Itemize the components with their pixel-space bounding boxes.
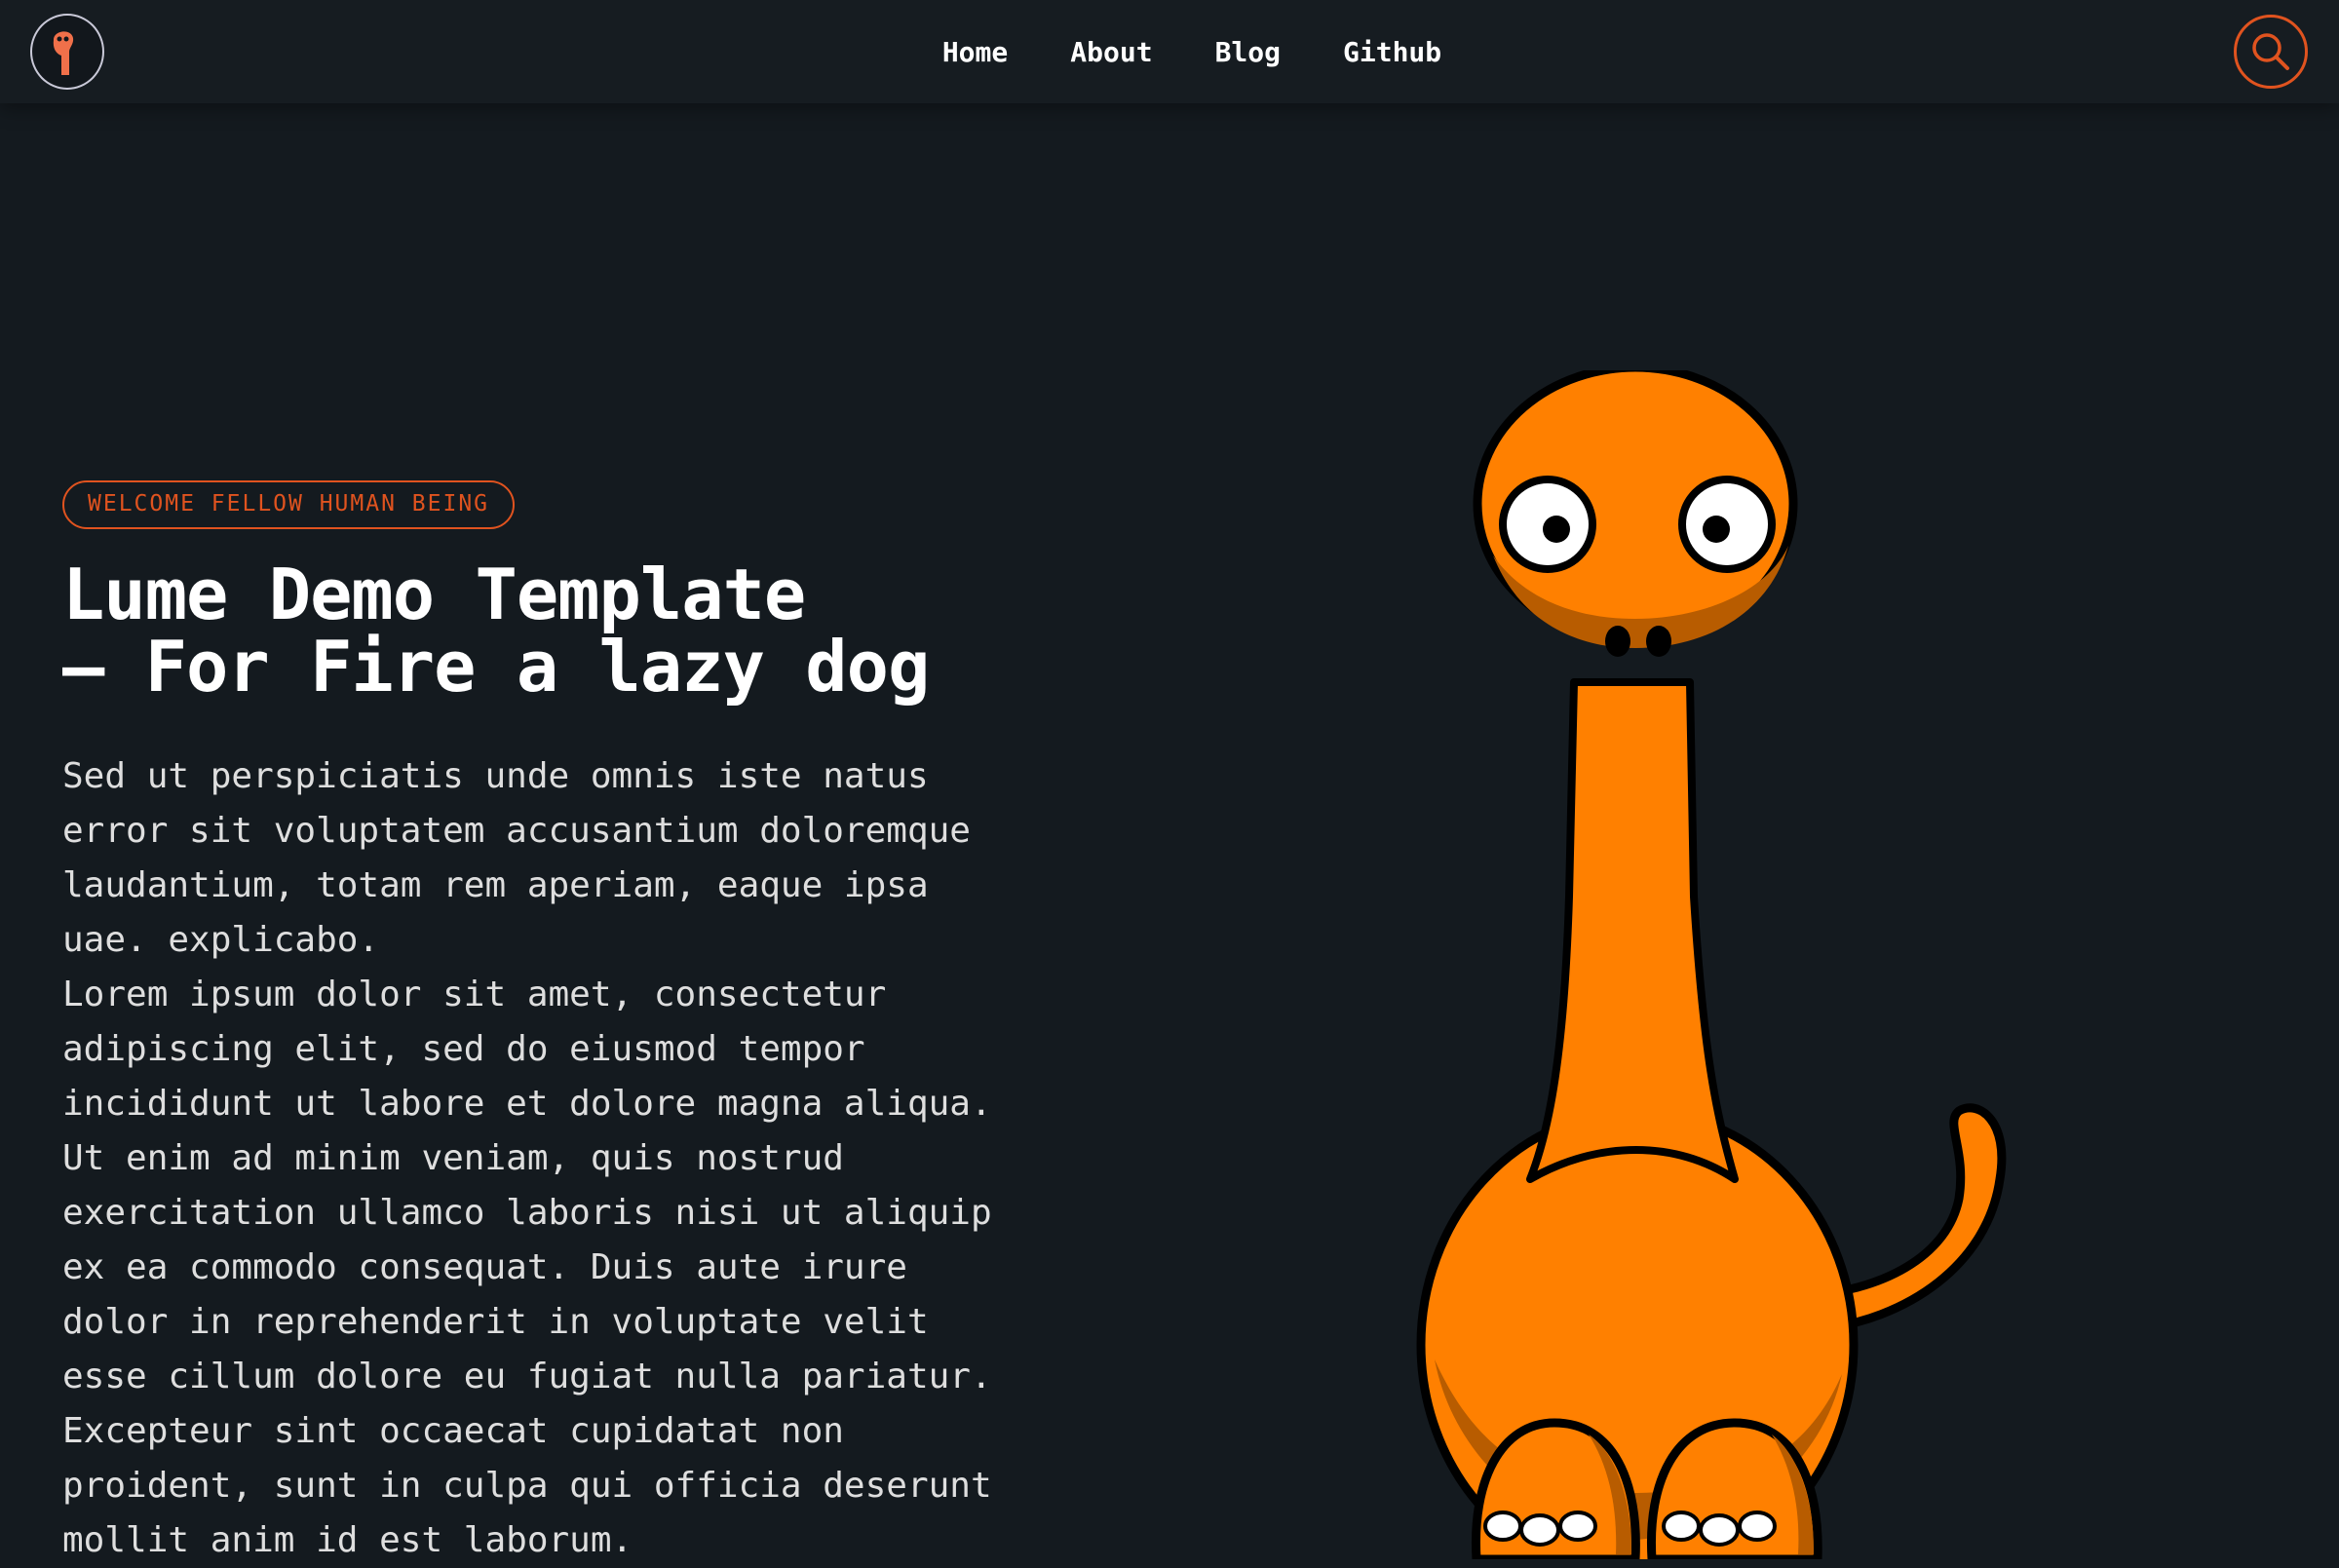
top-navbar: Home About Blog Github xyxy=(0,0,2339,103)
welcome-badge: WELCOME FELLOW HUMAN BEING xyxy=(62,480,516,529)
nav-link-about[interactable]: About xyxy=(1070,36,1152,68)
search-icon xyxy=(2252,33,2289,70)
main-navigation: Home About Blog Github xyxy=(0,0,2339,103)
title-line-2: – For Fire a lazy dog xyxy=(62,626,930,708)
nav-link-home[interactable]: Home xyxy=(942,36,1008,68)
description-paragraph-2: Lorem ipsum dolor sit amet, consectetur … xyxy=(62,975,992,1560)
hero-section: WELCOME FELLOW HUMAN BEING Lume Demo Tem… xyxy=(62,480,1037,1568)
dinosaur-illustration xyxy=(1416,370,2007,1559)
nav-link-blog[interactable]: Blog xyxy=(1215,36,1281,68)
title-line-1: Lume Demo Template xyxy=(62,554,806,635)
page-title: Lume Demo Template – For Fire a lazy dog xyxy=(62,558,1037,703)
description-paragraph-1: Sed ut perspiciatis unde omnis iste natu… xyxy=(62,756,971,960)
search-button[interactable] xyxy=(2234,15,2308,89)
hero-description: Sed ut perspiciatis unde omnis iste natu… xyxy=(62,749,1017,1568)
nav-link-github[interactable]: Github xyxy=(1343,36,1441,68)
